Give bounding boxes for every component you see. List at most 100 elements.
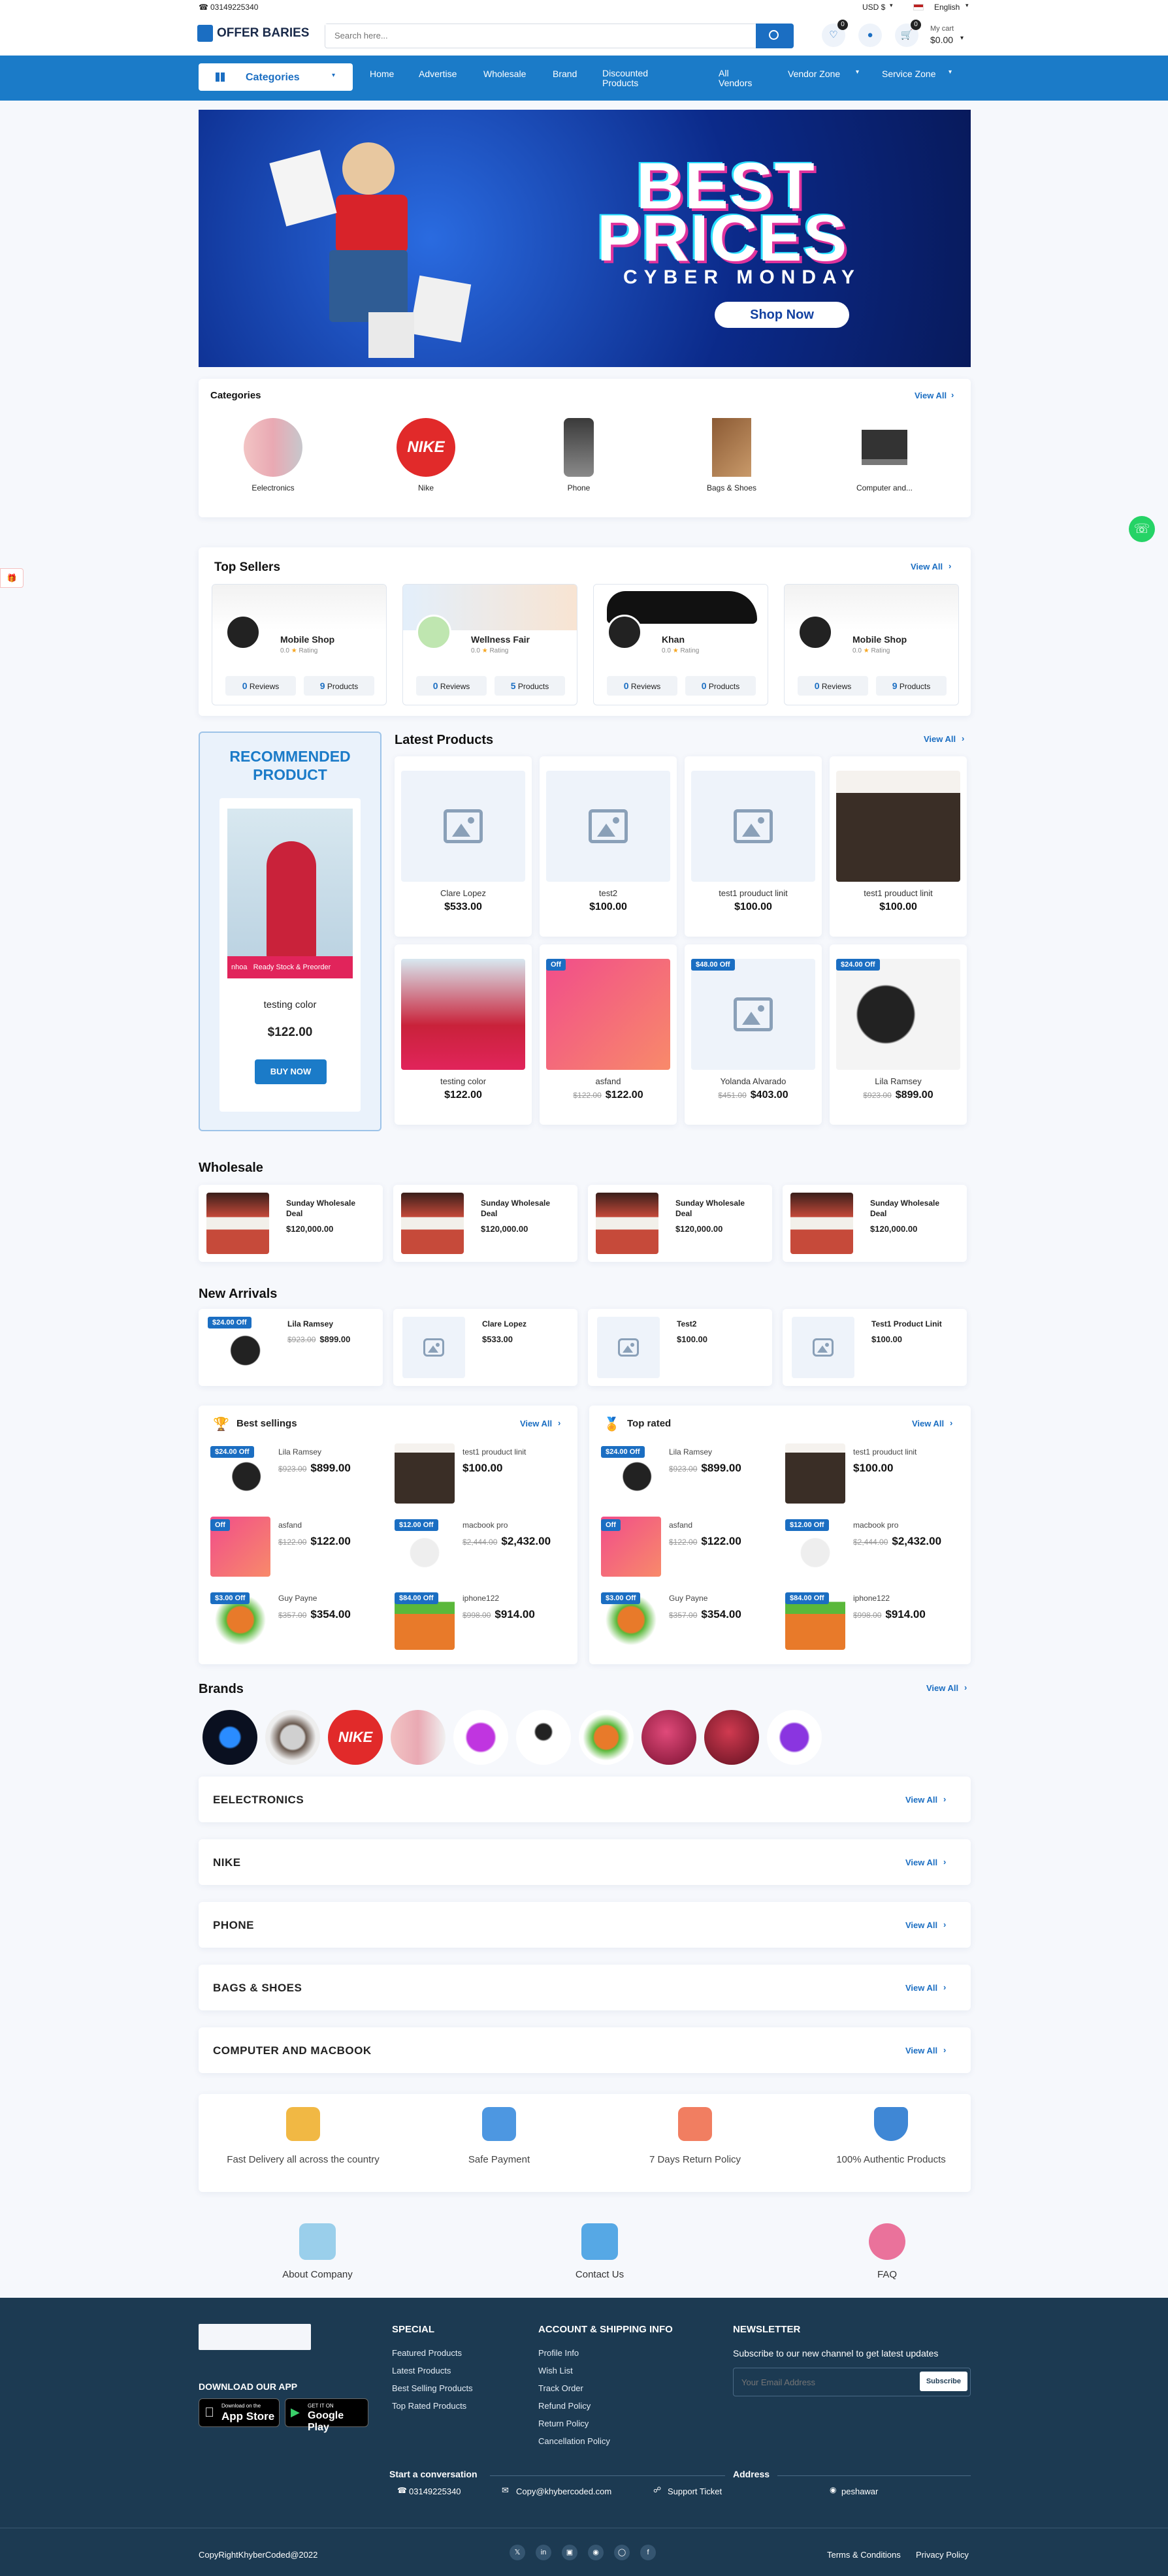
footer-link[interactable]: Refund Policy [538, 2401, 673, 2411]
category-item-computer[interactable]: Computer and... [847, 418, 922, 492]
categories-dropdown[interactable]: Categories ▾ [199, 63, 353, 91]
product-card[interactable]: Off asfand $122.00 $122.00 [540, 944, 677, 1125]
latest-products-view-all[interactable]: View All [924, 734, 956, 744]
recommended-product-name[interactable]: testing color [219, 999, 361, 1010]
nav-discounted[interactable]: Discounted Products [602, 69, 665, 88]
product-card[interactable]: $24.00 Off Lila Ramsey $923.00 $899.00 [830, 944, 967, 1125]
linkedin-icon[interactable]: in [536, 2545, 551, 2560]
nav-all-vendors[interactable]: All Vendors [719, 69, 760, 88]
product-card[interactable]: testing color $122.00 [395, 944, 532, 1125]
footer-link[interactable]: Cancellation Policy [538, 2436, 673, 2446]
top-rated-item[interactable]: $12.00 Off macbook pro $2,444.00 $2,432.00 [785, 1517, 962, 1582]
best-sellings-view-all[interactable]: View All [520, 1419, 552, 1428]
footer-link[interactable]: Return Policy [538, 2419, 673, 2428]
categories-view-all[interactable]: View All [915, 391, 947, 400]
recommended-product-image[interactable]: nhoa Ready Stock & Preorder [227, 809, 353, 978]
top-rated-item[interactable]: $3.00 Off Guy Payne $357.00 $354.00 [601, 1590, 777, 1655]
brand-logo[interactable] [641, 1710, 696, 1765]
arrival-card[interactable]: Test1 Product Linit $100.00 [783, 1309, 967, 1386]
brand-logo[interactable] [704, 1710, 759, 1765]
privacy-link[interactable]: Privacy Policy [916, 2550, 969, 2560]
footer-link[interactable]: Latest Products [392, 2366, 473, 2375]
brands-view-all[interactable]: View All [926, 1683, 958, 1693]
currency-select[interactable]: USD $ [862, 3, 885, 12]
search-button[interactable] [756, 24, 794, 48]
category-section-view-all[interactable]: View All [905, 1858, 937, 1867]
category-item-nike[interactable]: NIKE Nike [388, 418, 464, 492]
subscribe-button[interactable]: Subscribe [919, 2372, 967, 2391]
brand-logo[interactable] [203, 1710, 257, 1765]
seller-card[interactable]: Mobile Shop 0.0 ★ Rating 0 Reviews 9 Produc… [212, 584, 387, 705]
nav-service-zone[interactable]: Service Zone [882, 69, 935, 79]
account-button[interactable]: ● [858, 24, 882, 47]
footer-phone[interactable]: 03149225340 [409, 2487, 461, 2496]
best-selling-item[interactable]: test1 prouduct linit $100.00 [395, 1443, 571, 1509]
product-card[interactable]: test1 prouduct linit $100.00 [830, 756, 967, 937]
top-rated-item[interactable]: $84.00 Off iphone122 $998.00 $914.00 [785, 1590, 962, 1655]
best-selling-item[interactable]: $12.00 Off macbook pro $2,444.00 $2,432.00 [395, 1517, 571, 1582]
about-company-icon[interactable] [299, 2223, 336, 2260]
seller-card[interactable]: Mobile Shop 0.0 ★ Rating 0 Reviews 9 Produc… [784, 584, 959, 705]
brand-logo[interactable] [516, 1710, 571, 1765]
facebook-icon[interactable]: f [640, 2545, 656, 2560]
product-card[interactable]: $48.00 Off Yolanda Alvarado $451.00 $403.00 [685, 944, 822, 1125]
top-sellers-view-all[interactable]: View All [911, 562, 943, 572]
arrival-card[interactable]: Test2 $100.00 [588, 1309, 772, 1386]
footer-link[interactable]: Best Selling Products [392, 2383, 473, 2393]
whatsapp-button[interactable]: ☏ [1129, 516, 1155, 542]
category-section-view-all[interactable]: View All [905, 1795, 937, 1805]
language-select[interactable]: English [934, 3, 960, 12]
footer-link[interactable]: Top Rated Products [392, 2401, 473, 2411]
wholesale-card[interactable]: Sunday Wholesale Deal $120,000.00 [393, 1185, 577, 1262]
nav-vendor-zone[interactable]: Vendor Zone [788, 69, 840, 79]
contact-us-icon[interactable] [581, 2223, 618, 2260]
hero-banner[interactable]: BEST PRICES CYBER MONDAY Shop Now [199, 110, 971, 367]
footer-top-link[interactable]: About Company [234, 2269, 401, 2280]
support-ticket-link[interactable]: Support Ticket [668, 2487, 722, 2496]
top-rated-view-all[interactable]: View All [912, 1419, 944, 1428]
best-selling-item[interactable]: Off asfand $122.00 $122.00 [210, 1517, 387, 1582]
best-selling-item[interactable]: $3.00 Off Guy Payne $357.00 $354.00 [210, 1590, 387, 1655]
product-card[interactable]: test2 $100.00 [540, 756, 677, 937]
product-card[interactable]: test1 prouduct linit $100.00 [685, 756, 822, 937]
category-item-electronics[interactable]: Eelectronics [235, 418, 311, 492]
nav-advertise[interactable]: Advertise [419, 69, 457, 79]
footer-logo[interactable] [199, 2324, 311, 2350]
top-phone[interactable]: 03149225340 [210, 3, 258, 12]
top-rated-item[interactable]: Off asfand $122.00 $122.00 [601, 1517, 777, 1582]
buy-now-button[interactable]: BUY NOW [255, 1059, 327, 1084]
wishlist-button[interactable]: ♡ 0 [822, 20, 848, 47]
logo[interactable]: OFFER BARIES [197, 25, 309, 42]
seller-card[interactable]: Khan 0.0 ★ Rating 0 Reviews 0 Products [593, 584, 768, 705]
instagram-icon[interactable]: ◯ [614, 2545, 630, 2560]
footer-link[interactable]: Wish List [538, 2366, 673, 2375]
best-selling-item[interactable]: $84.00 Off iphone122 $998.00 $914.00 [395, 1590, 571, 1655]
nav-home[interactable]: Home [370, 69, 394, 79]
faq-icon[interactable] [869, 2223, 905, 2260]
top-rated-item[interactable]: $24.00 Off Lila Ramsey $923.00 $899.00 [601, 1443, 777, 1509]
nav-wholesale[interactable]: Wholesale [483, 69, 526, 79]
brand-logo[interactable] [453, 1710, 508, 1765]
brand-logo[interactable] [767, 1710, 822, 1765]
pinterest-icon[interactable]: ◉ [588, 2545, 604, 2560]
banner-shop-now-button[interactable]: Shop Now [715, 302, 849, 328]
newsletter-email-input[interactable] [734, 2368, 910, 2396]
footer-top-link[interactable]: Contact Us [516, 2269, 683, 2280]
brand-logo[interactable] [265, 1710, 320, 1765]
side-offer-tab[interactable]: 🎁 [0, 568, 24, 588]
footer-email[interactable]: Copy@khybercoded.com [516, 2487, 611, 2496]
terms-link[interactable]: Terms & Conditions [827, 2550, 901, 2560]
wholesale-card[interactable]: Sunday Wholesale Deal $120,000.00 [783, 1185, 967, 1262]
product-card[interactable]: Clare Lopez $533.00 [395, 756, 532, 937]
brand-logo[interactable] [391, 1710, 446, 1765]
top-rated-item[interactable]: test1 prouduct linit $100.00 [785, 1443, 962, 1509]
footer-link[interactable]: Featured Products [392, 2348, 473, 2358]
seller-card[interactable]: Wellness Fair 0.0 ★ Rating 0 Reviews 5 Prod… [402, 584, 577, 705]
category-item-bags[interactable]: Bags & Shoes [694, 418, 770, 492]
category-item-phone[interactable]: Phone [541, 418, 617, 492]
category-section-view-all[interactable]: View All [905, 2046, 937, 2055]
category-section-view-all[interactable]: View All [905, 1983, 937, 1993]
brand-logo[interactable] [579, 1710, 634, 1765]
google-play-button[interactable]: ▶ GET IT ON Google Play [285, 2398, 368, 2433]
wholesale-card[interactable]: Sunday Wholesale Deal $120,000.00 [199, 1185, 383, 1262]
